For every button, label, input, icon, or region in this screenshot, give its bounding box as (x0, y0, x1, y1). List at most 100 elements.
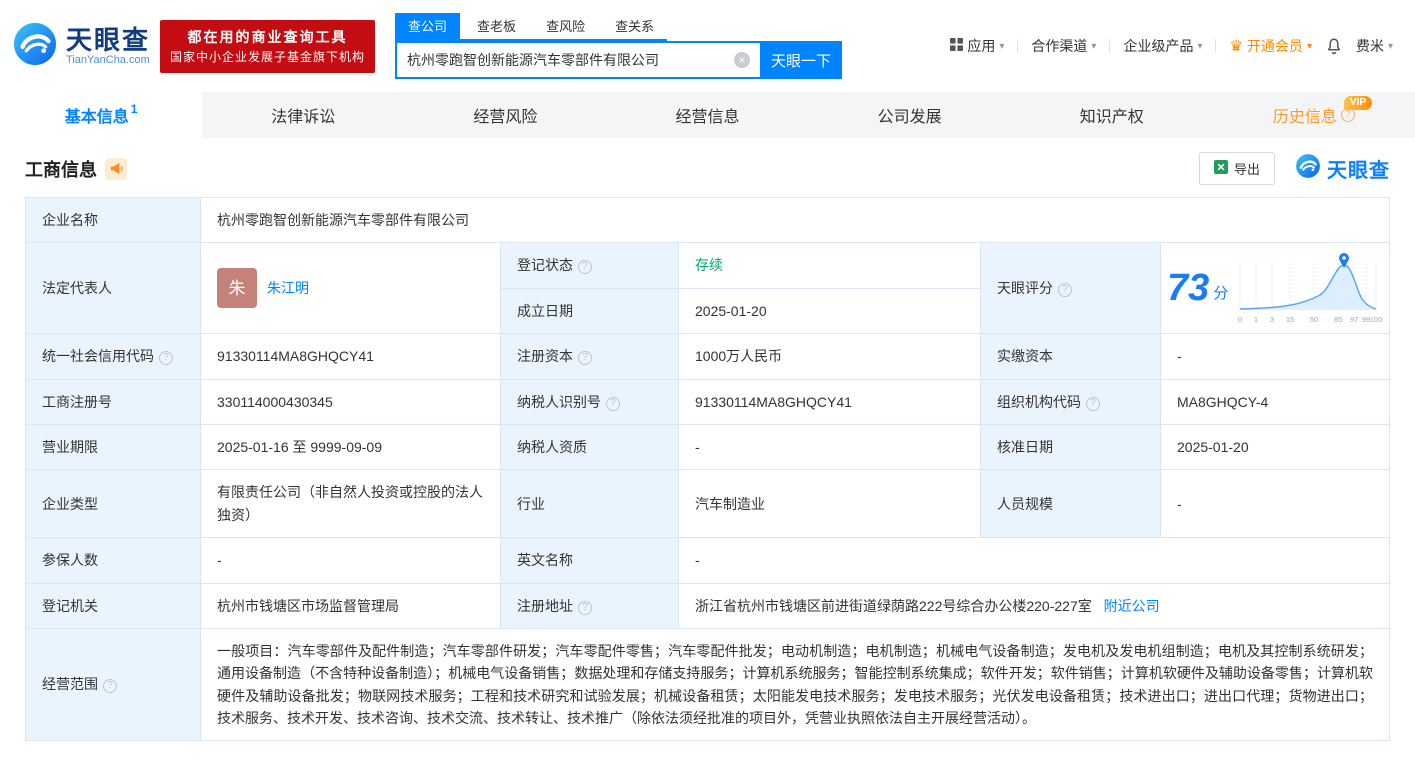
help-icon[interactable]: ? (1086, 397, 1100, 411)
tab-legal[interactable]: 法律诉讼 (202, 92, 404, 138)
search-tab-relation[interactable]: 查关系 (602, 13, 667, 39)
reg-status-label-text: 登记状态 (517, 257, 573, 273)
divider (1215, 39, 1216, 53)
approval-date-value: 2025-01-20 (1161, 424, 1390, 469)
tab-intellectual-property[interactable]: 知识产权 (1011, 92, 1213, 138)
search-input[interactable] (395, 41, 760, 79)
help-icon[interactable]: ? (578, 351, 592, 365)
tab-basic-label: 基本信息 (65, 103, 129, 127)
industry-value: 汽车制造业 (679, 470, 981, 538)
tab-history-info[interactable]: 历史信息 ? VIP (1213, 92, 1415, 138)
table-row: 参保人数 - 英文名称 - (26, 538, 1390, 583)
tab-ip-label: 知识产权 (1080, 103, 1144, 127)
english-name-label: 英文名称 (501, 538, 679, 583)
menu-enterprise[interactable]: 企业级产品 ▾ (1123, 36, 1202, 56)
table-row: 登记机关 杭州市钱塘区市场监督管理局 注册地址? 浙江省杭州市钱塘区前进街道绿荫… (26, 583, 1390, 628)
chevron-down-icon: ▾ (999, 41, 1004, 52)
insured-count-value: - (201, 538, 501, 583)
legal-rep-link[interactable]: 朱江明 (267, 277, 309, 299)
nearby-companies-link[interactable]: 附近公司 (1104, 598, 1160, 614)
table-row: 法定代表人 朱 朱江明 登记状态? 存续 天眼评分? 73 分 (26, 243, 1390, 288)
reg-capital-label-text: 注册资本 (517, 348, 573, 364)
business-scope-label-text: 经营范围 (42, 676, 98, 692)
company-name-label: 企业名称 (26, 198, 201, 243)
paid-capital-value: - (1161, 334, 1390, 379)
help-icon[interactable]: ? (578, 601, 592, 615)
org-code-label-text: 组织机构代码 (997, 394, 1081, 410)
top-header: 天眼查 TianYanCha.com 都在用的商业查询工具 国家中小企业发展子基… (0, 0, 1415, 92)
tab-operating-info[interactable]: 经营信息 (606, 92, 808, 138)
company-type-value: 有限责任公司（非自然人投资或控股的法人独资） (201, 470, 501, 538)
menu-apps[interactable]: 应用 ▾ (950, 36, 1004, 56)
taxpayer-quality-label: 纳税人资质 (501, 424, 679, 469)
score-unit: 分 (1213, 282, 1228, 306)
taxpayer-id-value: 91330114MA8GHQCY41 (679, 379, 981, 424)
excel-icon (1214, 160, 1228, 177)
search-bar: × 天眼一下 (395, 41, 842, 79)
notification-bell-icon[interactable] (1325, 37, 1343, 55)
tab-basic-badge: 1 (131, 102, 138, 116)
table-row: 经营范围? 一般项目：汽车零部件及配件制造；汽车零部件研发；汽车零配件零售；汽车… (26, 628, 1390, 741)
menu-channel[interactable]: 合作渠道 ▾ (1031, 36, 1096, 56)
reg-number-label: 工商注册号 (26, 379, 201, 424)
search-tab-risk[interactable]: 查风险 (533, 13, 598, 39)
divider (1017, 39, 1018, 53)
export-label: 导出 (1234, 159, 1260, 178)
table-row: 工商注册号 330114000430345 纳税人识别号? 91330114MA… (26, 379, 1390, 424)
tab-operating-risk[interactable]: 经营风险 (404, 92, 606, 138)
company-nav-tabs: 基本信息 1 法律诉讼 经营风险 经营信息 公司发展 知识产权 历史信息 ? V… (0, 92, 1415, 138)
credit-code-label: 统一社会信用代码? (26, 334, 201, 379)
search-area: 查公司 查老板 查风险 查关系 × 天眼一下 (395, 13, 842, 79)
svg-text:3: 3 (1270, 315, 1274, 324)
taxpayer-id-label: 纳税人识别号? (501, 379, 679, 424)
tianyancha-logo[interactable]: 天眼查 TianYanCha.com (12, 21, 150, 72)
search-button[interactable]: 天眼一下 (760, 41, 842, 79)
company-type-label: 企业类型 (26, 470, 201, 538)
search-tab-boss[interactable]: 查老板 (464, 13, 529, 39)
slogan-line2: 国家中小企业发展子基金旗下机构 (170, 48, 365, 66)
help-icon[interactable]: ? (159, 351, 173, 365)
clear-icon[interactable]: × (734, 52, 750, 68)
org-code-label: 组织机构代码? (981, 379, 1161, 424)
crown-icon: ♛ (1229, 37, 1242, 55)
business-info-table: 企业名称 杭州零跑智创新能源汽车零部件有限公司 法定代表人 朱 朱江明 登记状态… (25, 197, 1390, 741)
search-tab-company[interactable]: 查公司 (395, 13, 460, 39)
section-bar: 工商信息 导出 (25, 152, 1390, 185)
menu-vip[interactable]: ♛ 开通会员 ▾ (1229, 36, 1311, 56)
chevron-down-icon: ▾ (1197, 41, 1202, 52)
menu-apps-label: 应用 (967, 36, 995, 56)
tab-legal-label: 法律诉讼 (271, 103, 335, 127)
menu-vip-label: 开通会员 (1247, 36, 1303, 56)
score-curve-chart: 0 1 3 15 50 85 97 99 100 (1232, 249, 1382, 327)
credit-code-label-text: 统一社会信用代码 (42, 348, 154, 364)
score-label-text: 天眼评分 (997, 280, 1053, 296)
chevron-down-icon: ▾ (1307, 41, 1312, 52)
menu-user[interactable]: 费米 ▾ (1356, 36, 1393, 56)
tianyancha-logo-icon (12, 21, 58, 72)
business-scope-value: 一般项目：汽车零部件及配件制造；汽车零部件研发；汽车零配件零售；汽车零配件批发；… (201, 628, 1390, 741)
staff-size-value: - (1161, 470, 1390, 538)
export-button[interactable]: 导出 (1199, 152, 1275, 185)
reg-address-label: 注册地址? (501, 583, 679, 628)
vip-badge: VIP (1344, 96, 1372, 110)
brand-watermark[interactable]: 天眼查 (1295, 153, 1390, 184)
business-term-label: 营业期限 (26, 424, 201, 469)
help-icon[interactable]: ? (103, 679, 117, 693)
chevron-down-icon: ▾ (1091, 41, 1096, 52)
svg-text:85: 85 (1334, 315, 1342, 324)
reg-status-label: 登记状态? (501, 243, 679, 288)
score-label: 天眼评分? (981, 243, 1161, 334)
help-icon[interactable]: ? (1058, 283, 1072, 297)
tab-development-label: 公司发展 (878, 103, 942, 127)
slogan-line1: 都在用的商业查询工具 (170, 27, 365, 48)
tab-basic-info[interactable]: 基本信息 1 (0, 92, 202, 138)
help-icon[interactable]: ? (1341, 108, 1355, 122)
top-menu: 应用 ▾ 合作渠道 ▾ 企业级产品 ▾ ♛ 开通会员 ▾ 费米 ▾ (950, 36, 1415, 56)
score-cell: 73 分 (1161, 243, 1390, 334)
menu-enterprise-label: 企业级产品 (1123, 36, 1193, 56)
avatar[interactable]: 朱 (217, 268, 257, 308)
help-icon[interactable]: ? (578, 260, 592, 274)
tab-company-development[interactable]: 公司发展 (809, 92, 1011, 138)
tianyancha-logo-icon (1295, 153, 1321, 184)
help-icon[interactable]: ? (606, 397, 620, 411)
